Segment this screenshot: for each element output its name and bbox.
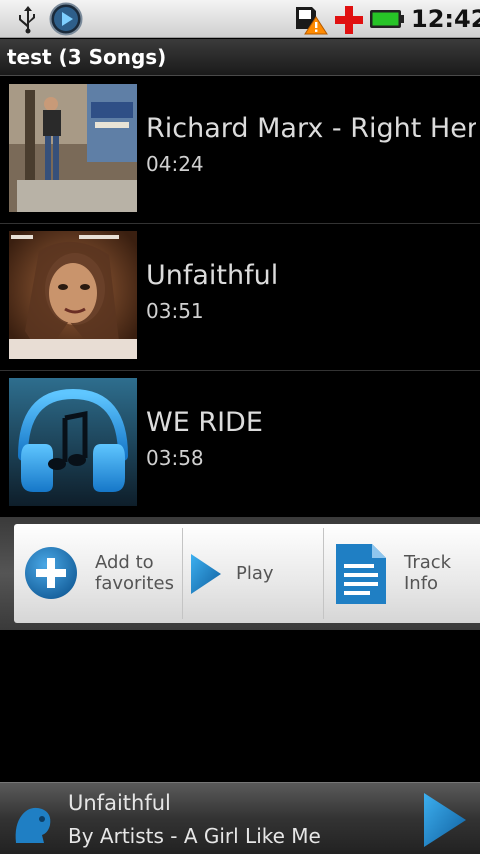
status-time: 12:42 [411,5,480,33]
play-icon [191,554,221,594]
song-duration: 03:58 [146,446,204,470]
add-to-favorites-button[interactable]: Add to favorites [14,524,182,623]
add-to-favorites-line1: Add to [95,552,154,573]
now-playing-subtitle: By Artists - A Girl Like Me [68,824,321,848]
song-title: WE RIDE [146,407,263,438]
album-cover-rihanna [9,231,137,359]
now-playing-title: Unfaithful [68,791,171,815]
song-row[interactable]: Richard Marx - Right Here Waiting 04:24 [0,77,480,224]
music-playing-icon [49,2,83,36]
track-info-line2: Info [404,573,439,594]
add-to-favorites-line2: favorites [95,573,174,594]
play-icon[interactable] [420,791,470,849]
usb-icon [19,6,35,34]
song-row[interactable]: Unfaithful 03:51 [0,224,480,371]
battery-icon [370,10,404,28]
song-duration: 03:51 [146,299,204,323]
red-cross-icon [335,6,363,34]
quick-action-bar: Add to favorites Play Track Info [0,517,480,630]
playlist-header: test (3 Songs) [0,39,480,76]
add-to-favorites-label: Add to favorites [95,552,174,594]
quick-action-panel: Add to favorites Play Track Info [14,524,480,623]
artist-icon [15,807,51,843]
sd-card-warning-icon [296,7,328,35]
status-bar: 12:42 [0,0,480,38]
now-playing-bar[interactable]: Unfaithful By Artists - A Girl Like Me [0,782,480,854]
track-info-line1: Track [404,552,452,573]
add-circle-icon [25,547,77,599]
album-cover-richard-marx [9,84,137,212]
song-duration: 04:24 [146,152,204,176]
song-title: Unfaithful [146,260,279,291]
play-label: Play [236,563,274,584]
track-info-label: Track Info [404,552,451,594]
song-title: Richard Marx - Right Here Waiting [146,113,476,144]
play-button[interactable]: Play [183,524,323,623]
document-icon [336,544,386,604]
headphones-icon [9,378,137,506]
track-info-button[interactable]: Track Info [324,524,480,623]
page-title: test (3 Songs) [7,45,167,69]
song-row[interactable]: WE RIDE 03:58 [0,371,480,516]
